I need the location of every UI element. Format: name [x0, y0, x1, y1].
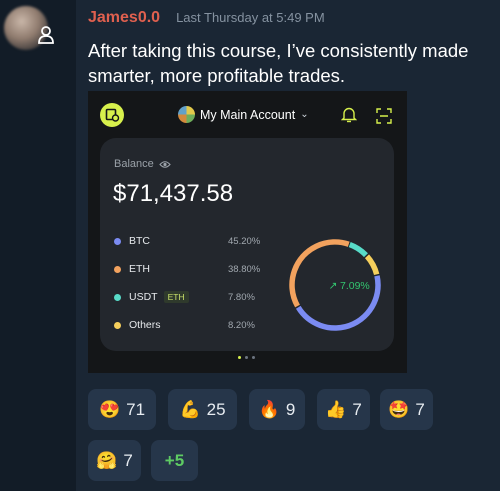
legend-dot: [114, 293, 121, 301]
thumbs-up-emoji-icon: 👍: [325, 399, 347, 419]
attached-screenshot[interactable]: My Main Account ⌄ Balance $71,437.58 BTC…: [88, 91, 407, 373]
balance-label: Balance: [114, 158, 154, 170]
timestamp: Last Thursday at 5:49 PM: [176, 10, 325, 25]
pager-dot: [252, 356, 255, 359]
left-strip: [0, 0, 76, 491]
more-reactions-label: +5: [164, 450, 185, 470]
legend-percent: 8.20%: [228, 319, 255, 331]
balance-value: $71,437.58: [113, 180, 234, 207]
change-arrow-icon: ↗: [329, 280, 338, 292]
wallet-logo-icon: [105, 108, 120, 122]
legend-name: Others: [129, 319, 161, 331]
reaction-count: 9: [285, 399, 296, 419]
carousel-pager[interactable]: [238, 356, 255, 359]
allocation-donut-chart: ↗ 7.09%: [289, 239, 381, 331]
reaction-fire[interactable]: 🔥 9: [249, 389, 305, 430]
star-struck-emoji-icon: 🤩: [388, 399, 410, 419]
flexed-biceps-emoji-icon: 💪: [179, 399, 201, 419]
pager-dot: [238, 356, 241, 359]
network-tag: ETH: [163, 291, 189, 303]
username[interactable]: James0.0: [88, 9, 160, 27]
reaction-count: 7: [352, 399, 362, 419]
fire-emoji-icon: 🔥: [258, 399, 280, 419]
eye-icon[interactable]: [159, 160, 171, 169]
heart-eyes-emoji-icon: 😍: [98, 399, 121, 419]
message-text: After taking this course, I’ve consisten…: [88, 40, 469, 86]
app-logo: [100, 103, 124, 127]
legend-row-btc: BTC 45.20%: [114, 233, 260, 249]
chevron-down-icon: ⌄: [300, 109, 309, 120]
reaction-count: 7: [123, 450, 133, 470]
bell-icon[interactable]: [341, 106, 357, 124]
balance-card: Balance $71,437.58 BTC 45.20% ETH 38.80%…: [100, 138, 394, 351]
user-icon: [38, 26, 54, 44]
balance-label-row: Balance: [114, 158, 171, 170]
legend-dot: [114, 265, 121, 273]
legend-row-others: Others 8.20%: [114, 317, 255, 333]
account-name: My Main Account: [200, 107, 296, 122]
message-header: James0.0 Last Thursday at 5:49 PM: [88, 9, 325, 27]
change-value: 7.09%: [340, 280, 370, 292]
account-selector[interactable]: My Main Account ⌄: [178, 106, 309, 123]
reaction-flexed-biceps[interactable]: 💪 25: [168, 389, 237, 430]
legend-dot: [114, 321, 121, 329]
legend-percent: 45.20%: [228, 235, 261, 247]
legend-row-usdt: USDT ETH 7.80%: [114, 289, 255, 305]
legend-name: USDT: [129, 291, 158, 303]
pager-dot: [245, 356, 248, 359]
reaction-count: 7: [415, 399, 425, 419]
reaction-heart-eyes[interactable]: 😍 71: [88, 389, 156, 430]
legend-name: BTC: [129, 235, 150, 247]
reaction-thumbs-up[interactable]: 👍 7: [317, 389, 370, 430]
more-reactions-button[interactable]: +5: [151, 440, 198, 481]
reaction-star-struck[interactable]: 🤩 7: [380, 389, 433, 430]
reaction-count: 25: [206, 399, 226, 419]
legend-dot: [114, 237, 121, 245]
legend-name: ETH: [129, 263, 150, 275]
legend-percent: 7.80%: [228, 291, 255, 303]
reaction-count: 71: [126, 399, 146, 419]
legend-row-eth: ETH 38.80%: [114, 261, 260, 277]
account-avatar: [178, 106, 195, 123]
reaction-hugging[interactable]: 🤗 7: [88, 440, 141, 481]
scan-icon[interactable]: [376, 108, 392, 124]
legend-percent: 38.80%: [228, 263, 261, 275]
hugging-face-emoji-icon: 🤗: [96, 450, 118, 470]
